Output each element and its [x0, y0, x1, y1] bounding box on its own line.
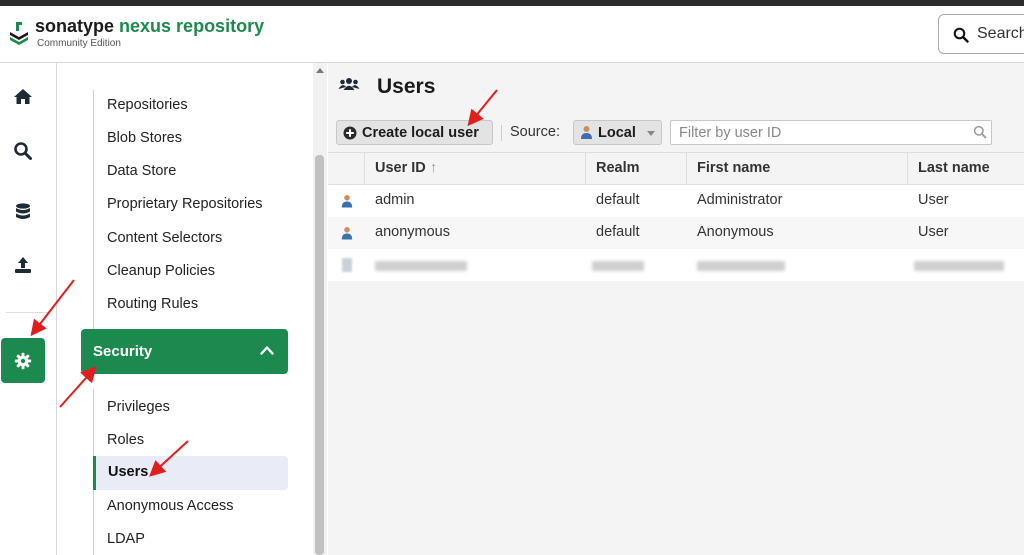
arrow-to-settings	[30, 279, 75, 337]
arrow-to-users	[149, 440, 189, 477]
annotation-arrows	[30, 89, 498, 477]
arrow-to-create-user	[467, 89, 498, 127]
arrow-to-security	[59, 366, 97, 408]
